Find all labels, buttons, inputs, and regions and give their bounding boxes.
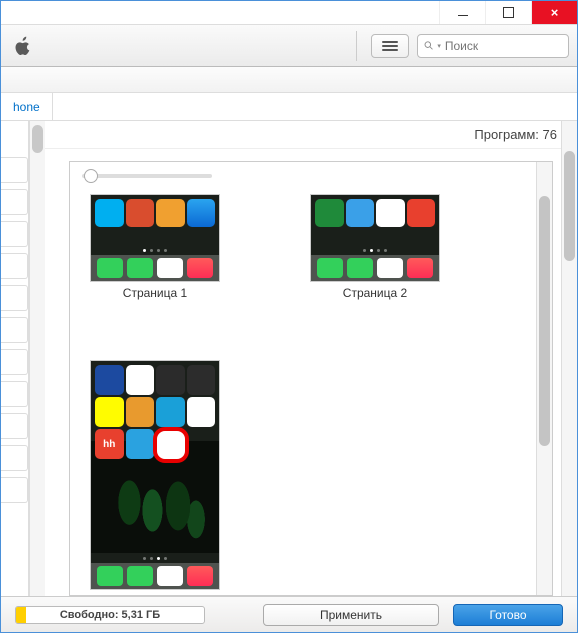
page-indicator [91, 245, 219, 255]
dock-app-phone[interactable] [97, 258, 123, 278]
rail-item[interactable] [1, 157, 28, 183]
toolbar: ▾ [1, 25, 577, 67]
search-dropdown-icon: ▾ [437, 42, 441, 50]
highlight-ring [153, 427, 189, 463]
panel-scrollbar[interactable] [536, 162, 552, 595]
left-rail [1, 121, 29, 596]
list-icon [382, 39, 398, 53]
dock-app-chrome[interactable] [377, 258, 403, 278]
dock-app-music[interactable] [407, 258, 433, 278]
app-icon-pomodoro[interactable] [407, 199, 436, 227]
rail-scrollbar[interactable] [29, 121, 45, 596]
scrollbar-thumb[interactable] [564, 151, 575, 261]
rail-item[interactable] [1, 349, 28, 375]
app-icon-safari[interactable] [187, 199, 216, 227]
window-titlebar: × [1, 1, 577, 25]
dock [91, 255, 219, 281]
main-area: Программ: 76 [45, 121, 577, 596]
panel-controls [70, 162, 552, 190]
tabs-row: hone [1, 93, 577, 121]
toolbar-divider [356, 31, 357, 61]
app-icon-strawberry[interactable] [126, 397, 155, 427]
dock [91, 563, 219, 589]
page-thumb-3[interactable]: hh [90, 360, 220, 596]
app-icon-dostoevsky[interactable] [156, 365, 185, 395]
page-indicator [311, 245, 439, 255]
main-scrollbar[interactable] [561, 121, 577, 596]
dock-app-phone[interactable] [97, 566, 123, 586]
phone-preview: hh [90, 360, 220, 590]
phone-preview [90, 194, 220, 282]
rail-item[interactable] [1, 445, 28, 471]
app-icon-hh[interactable]: hh [95, 429, 124, 459]
rail-item[interactable] [1, 413, 28, 439]
app-icon-superjob[interactable] [187, 397, 216, 427]
app-icon-snapchat[interactable] [95, 397, 124, 427]
app-icon-mail[interactable] [156, 199, 185, 227]
dock-app-music[interactable] [187, 566, 213, 586]
apple-logo-icon[interactable] [13, 34, 33, 58]
minimize-button[interactable] [439, 1, 485, 24]
pages-grid: Страница 1 [70, 190, 552, 596]
dock-app-chrome[interactable] [157, 258, 183, 278]
app-icon-dots[interactable] [156, 397, 185, 427]
app-slot-empty [187, 429, 216, 459]
phone-preview [310, 194, 440, 282]
bottom-bar: Свободно: 5,31 ГБ Применить Готово [1, 596, 577, 632]
app-icon-pdd[interactable] [95, 365, 124, 395]
pages-panel: Страница 1 [69, 161, 553, 596]
list-view-button[interactable] [371, 34, 409, 58]
program-count: Программ: 76 [45, 121, 577, 149]
app-icon-circles[interactable] [376, 199, 405, 227]
dock-app-messages[interactable] [347, 258, 373, 278]
app-icon-telegram[interactable] [126, 429, 155, 459]
rail-item[interactable] [1, 253, 28, 279]
rail-item[interactable] [1, 285, 28, 311]
zoom-slider[interactable] [82, 174, 212, 178]
maximize-button[interactable] [485, 1, 531, 24]
search-input[interactable] [445, 39, 562, 53]
app-icon-drive[interactable] [126, 365, 155, 395]
dock-app-messages[interactable] [127, 566, 153, 586]
apply-button[interactable]: Применить [263, 604, 439, 626]
search-box[interactable]: ▾ [417, 34, 569, 58]
scrollbar-thumb[interactable] [32, 125, 43, 153]
dock-app-phone[interactable] [317, 258, 343, 278]
rail-item[interactable] [1, 189, 28, 215]
app-icon-zombies[interactable] [187, 365, 216, 395]
app-icon-calcnote[interactable] [346, 199, 375, 227]
slider-thumb[interactable] [84, 169, 98, 183]
rail-item[interactable] [1, 381, 28, 407]
page-label: Страница 2 [310, 286, 440, 300]
page-thumb-2[interactable]: Страница 2 [310, 194, 440, 300]
dock-app-chrome[interactable] [157, 566, 183, 586]
app-icon-skype[interactable] [95, 199, 124, 227]
rail-item[interactable] [1, 477, 28, 503]
page-label: Страница 1 [90, 286, 220, 300]
storage-bar: Свободно: 5,31 ГБ [15, 606, 205, 624]
tab-device[interactable]: hone [1, 93, 53, 120]
dock-app-music[interactable] [187, 258, 213, 278]
close-button[interactable]: × [531, 1, 577, 24]
content-area: Программ: 76 [1, 121, 577, 596]
scrollbar-thumb[interactable] [539, 196, 550, 446]
subheader [1, 67, 577, 93]
rail-item[interactable] [1, 221, 28, 247]
search-icon [424, 40, 433, 51]
app-icon-leroy[interactable] [315, 199, 344, 227]
storage-free-label: Свободно: 5,31 ГБ [16, 609, 204, 621]
done-button[interactable]: Готово [453, 604, 563, 626]
rail-item[interactable] [1, 317, 28, 343]
dock [311, 255, 439, 281]
app-icon-focus[interactable] [126, 199, 155, 227]
page-thumb-1[interactable]: Страница 1 [90, 194, 220, 300]
page-indicator [91, 553, 219, 563]
dock-app-messages[interactable] [127, 258, 153, 278]
